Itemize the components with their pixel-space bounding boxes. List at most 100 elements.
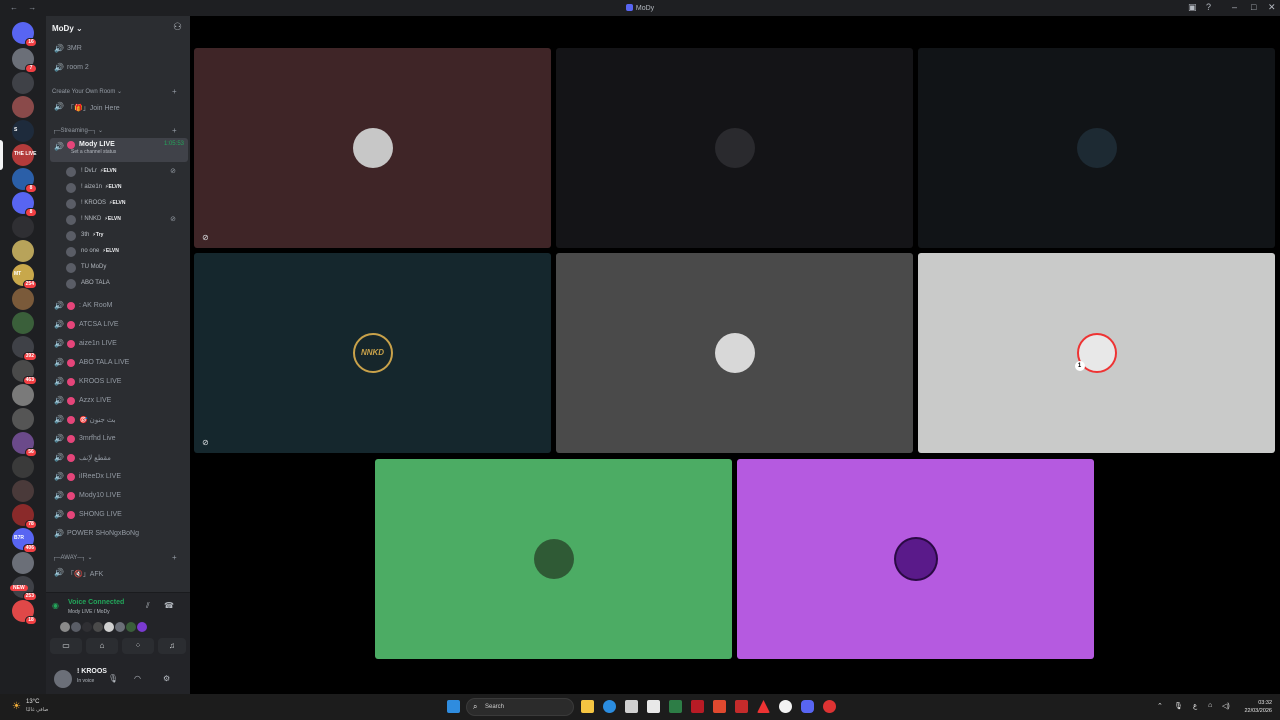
participant-tile[interactable]	[556, 48, 913, 248]
server-icon[interactable]	[12, 72, 34, 94]
avatar[interactable]	[54, 670, 72, 688]
taskbar-search[interactable]: ⌕ Search	[466, 698, 574, 716]
voice-member[interactable]: ABO TALA	[66, 277, 184, 291]
signal-icon[interactable]: ◉	[52, 601, 59, 610]
maximize-icon[interactable]: □	[1251, 2, 1256, 12]
participant-tile[interactable]	[737, 459, 1094, 659]
voice-channel[interactable]: 🔊 room 2	[50, 59, 188, 77]
voice-channel[interactable]: 🔊 ATCSA LIVE	[50, 316, 188, 334]
participant-avatar[interactable]	[126, 622, 136, 632]
participant-avatar[interactable]	[71, 622, 81, 632]
voice-member[interactable]: TU MoDy	[66, 261, 184, 275]
voice-channel[interactable]: 🔊 SHONG LIVE	[50, 506, 188, 524]
participant-avatar[interactable]	[82, 622, 92, 632]
add-channel-icon[interactable]: +	[172, 126, 177, 135]
voice-channel[interactable]: 🔊 Azzx LIVE	[50, 392, 188, 410]
tray-expand-icon[interactable]: ⌃	[1157, 702, 1163, 710]
voice-state[interactable]: Voice Connected	[68, 599, 124, 606]
server-icon[interactable]	[12, 312, 34, 334]
clock[interactable]: 03:32 22/03/2026	[1244, 699, 1272, 715]
microphone-icon[interactable]: 🎙	[108, 674, 118, 683]
file-explorer-icon[interactable]	[581, 700, 594, 713]
server-icon[interactable]	[12, 408, 34, 430]
participant-tile[interactable]: ⊘	[194, 48, 551, 248]
category-header[interactable]: ┌─AWAY─┐ ⌄ +	[52, 553, 177, 562]
store-icon[interactable]	[625, 700, 638, 713]
inbox-icon[interactable]: ▣	[1188, 2, 1197, 13]
voice-member[interactable]: ! KROOS ⚡ELVN	[66, 197, 184, 211]
network-icon[interactable]: ⌂	[1208, 702, 1212, 709]
server-icon[interactable]: 78	[12, 504, 37, 529]
tray-mic-icon[interactable]: 🎙	[1174, 702, 1183, 710]
voice-channel[interactable]: 🔊 مقطع لإنف	[50, 449, 188, 467]
close-icon[interactable]: ✕	[1268, 2, 1276, 13]
voice-channel[interactable]: 🔊 Mody10 LIVE	[50, 487, 188, 505]
server-icon[interactable]	[12, 384, 34, 406]
afk-channel[interactable]: 🔊 「🔇」AFK	[50, 564, 188, 582]
adobe-icon[interactable]	[757, 700, 770, 713]
add-channel-icon[interactable]: +	[172, 553, 177, 562]
winrar-icon[interactable]	[691, 700, 704, 713]
participant-avatar[interactable]	[93, 622, 103, 632]
server-icon[interactable]	[12, 240, 34, 262]
active-voice-channel[interactable]: 🔊 Mody LIVE Set a channel status 1:05:53	[50, 138, 188, 162]
participant-avatar[interactable]	[60, 622, 70, 632]
excel-icon[interactable]	[669, 700, 682, 713]
invite-people-icon[interactable]: ⚇	[173, 22, 182, 33]
acrobat-icon[interactable]	[735, 700, 748, 713]
edge-icon[interactable]	[603, 700, 616, 713]
participant-avatar[interactable]	[137, 622, 147, 632]
add-channel-icon[interactable]: +	[172, 87, 177, 96]
screen-share-button[interactable]: ⌂	[86, 638, 118, 654]
notepad-icon[interactable]	[647, 700, 660, 713]
settings-gear-icon[interactable]: ⚙	[163, 674, 170, 683]
voice-channel[interactable]: 🔊 3MR	[50, 40, 188, 58]
voice-member[interactable]: ! DvLr ⚡ELVN ⊘	[66, 165, 184, 179]
volume-icon[interactable]: ◁)	[1222, 702, 1230, 710]
voice-member[interactable]: 3th ⚡Try	[66, 229, 184, 243]
server-icon[interactable]: 392	[12, 336, 37, 361]
username[interactable]: ! KROOS	[77, 668, 107, 675]
voice-channel[interactable]: 🔊 3mrfhd Live	[50, 430, 188, 448]
voice-channel[interactable]: 🔊 🎯 بث جنون	[50, 411, 188, 429]
join-here-channel[interactable]: 🔊 「🎁」Join Here	[50, 98, 188, 116]
start-button[interactable]	[447, 700, 460, 713]
server-icon[interactable]	[12, 288, 34, 310]
voice-channel[interactable]: 🔊 aize1n LIVE	[50, 335, 188, 353]
participant-avatar[interactable]	[104, 622, 114, 632]
server-icon[interactable]	[12, 480, 34, 502]
participant-tile[interactable]	[375, 459, 732, 659]
server-icon[interactable]: 56	[12, 432, 37, 457]
voice-channel[interactable]: 🔊 ABO TALA LIVE	[50, 354, 188, 372]
voice-member[interactable]: ! NNKD ⚡ELVN ⊘	[66, 213, 184, 227]
headphones-icon[interactable]: ◠	[134, 674, 141, 683]
voice-channel[interactable]: 🔊 KROOS LIVE	[50, 373, 188, 391]
obs-icon[interactable]	[779, 700, 792, 713]
activities-button[interactable]: ⁘	[122, 638, 154, 654]
voice-location[interactable]: Mody LIVE / MoDy	[68, 609, 110, 615]
channel-status[interactable]: Set a channel status	[71, 149, 116, 155]
server-name[interactable]: MoDy ⌄	[52, 24, 83, 33]
participant-tile[interactable]: NNKD ⊘	[194, 253, 551, 453]
participant-tile[interactable]	[556, 253, 913, 453]
category-header[interactable]: ┌─Streaming─┐ ⌄ +	[52, 126, 177, 135]
server-icon[interactable]	[12, 96, 34, 118]
server-icon[interactable]: 463	[12, 360, 37, 385]
minimize-icon[interactable]: –	[1232, 2, 1237, 12]
server-icon[interactable]: 7	[12, 48, 37, 73]
participant-avatar[interactable]	[115, 622, 125, 632]
server-icon[interactable]: 16	[12, 22, 37, 47]
voice-channel[interactable]: 🔊 iIReeDx LIVE	[50, 468, 188, 486]
server-header[interactable]: MoDy ⌄ ⚇	[46, 16, 190, 40]
help-icon[interactable]: ?	[1206, 2, 1211, 12]
server-icon[interactable]	[12, 456, 34, 478]
server-icon[interactable]	[12, 216, 34, 238]
category-header[interactable]: Create Your Own Room ⌄ +	[52, 87, 177, 96]
server-icon[interactable]: 8	[12, 168, 37, 193]
server-icon[interactable]	[12, 552, 34, 574]
language-indicator[interactable]: ع	[1193, 702, 1197, 710]
server-icon[interactable]: 8	[12, 192, 37, 217]
participant-tile[interactable]: 1	[918, 253, 1275, 453]
brave-icon[interactable]	[713, 700, 726, 713]
soundboard-button[interactable]: ♫	[158, 638, 186, 654]
